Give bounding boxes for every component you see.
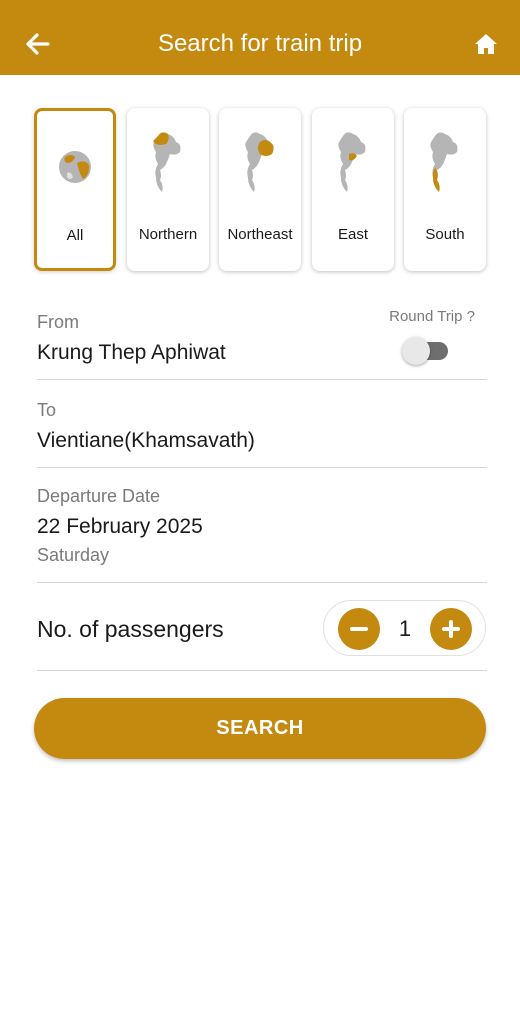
region-label: South bbox=[425, 226, 465, 243]
divider bbox=[37, 582, 487, 583]
region-all[interactable]: All bbox=[34, 108, 116, 271]
region-northeast[interactable]: Northeast bbox=[219, 108, 301, 271]
passenger-stepper: 1 bbox=[323, 600, 486, 656]
region-label: Northern bbox=[138, 226, 198, 243]
departure-date-field[interactable]: Departure Date 22 February 2025 Saturday bbox=[37, 486, 487, 566]
increase-passengers-button[interactable] bbox=[430, 608, 472, 650]
passengers-label: No. of passengers bbox=[37, 616, 224, 642]
region-label: All bbox=[66, 227, 84, 244]
departure-weekday: Saturday bbox=[37, 545, 110, 565]
toggle-knob bbox=[402, 337, 430, 365]
divider bbox=[37, 670, 487, 671]
home-button[interactable] bbox=[472, 30, 500, 58]
thailand-map-east-icon bbox=[338, 132, 366, 192]
thailand-map-northeast-icon bbox=[245, 132, 274, 192]
to-field[interactable]: To Vientiane(Khamsavath) bbox=[37, 400, 487, 453]
to-label: To bbox=[37, 400, 57, 420]
region-northern[interactable]: Northern bbox=[127, 108, 209, 271]
decrease-passengers-button[interactable] bbox=[338, 608, 380, 650]
thailand-map-north-icon bbox=[153, 132, 181, 192]
to-station[interactable]: Vientiane(Khamsavath) bbox=[37, 429, 487, 453]
divider bbox=[37, 379, 487, 380]
round-trip-label: Round Trip ? bbox=[389, 308, 475, 325]
region-south[interactable]: South bbox=[404, 108, 486, 271]
region-label: East bbox=[337, 226, 368, 243]
departure-date-value[interactable]: 22 February 2025 bbox=[37, 515, 487, 539]
globe-icon bbox=[59, 151, 91, 183]
region-label: Northeast bbox=[227, 226, 293, 243]
thailand-map-south-icon bbox=[430, 132, 458, 192]
page-title: Search for train trip bbox=[157, 30, 363, 57]
plus-icon bbox=[442, 620, 460, 638]
minus-icon bbox=[350, 627, 368, 631]
top-app-bar: Search for train trip bbox=[0, 0, 520, 75]
passenger-count: 1 bbox=[398, 616, 412, 641]
region-east[interactable]: East bbox=[312, 108, 394, 271]
divider bbox=[37, 467, 487, 468]
round-trip-toggle[interactable] bbox=[402, 337, 448, 365]
search-button[interactable]: SEARCH bbox=[34, 698, 486, 759]
region-selector: All Northern Northeast East South bbox=[34, 108, 488, 272]
departure-date-label: Departure Date bbox=[37, 486, 161, 506]
home-icon bbox=[475, 34, 497, 54]
